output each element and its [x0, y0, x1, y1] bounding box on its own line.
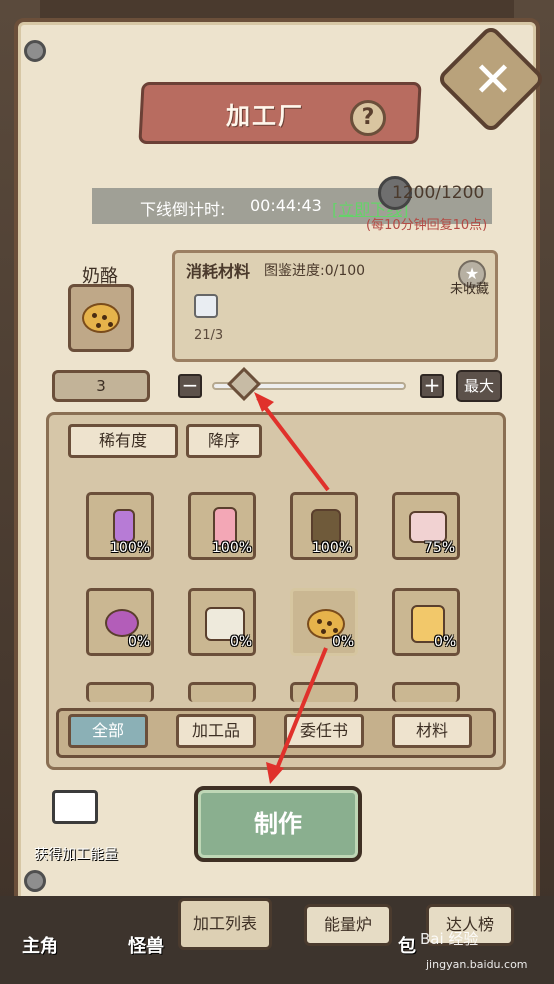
recipe-progress: 0%: [332, 634, 355, 650]
increase-button[interactable]: +: [420, 374, 444, 398]
recipe-cell-partial: [188, 682, 256, 702]
max-button[interactable]: 最大: [456, 370, 502, 402]
collection-progress: 图鉴进度:0/100: [264, 263, 366, 279]
recover-note: (每10分钟回复10点): [366, 218, 488, 233]
nav-energy-furnace[interactable]: 能量炉: [304, 904, 392, 946]
help-button[interactable]: ?: [350, 100, 386, 136]
tab-materials[interactable]: 材料: [392, 714, 472, 748]
watermark-url: jingyan.baidu.com: [426, 958, 528, 971]
recipe-progress: 0%: [128, 634, 151, 650]
nav-monster[interactable]: 怪兽: [128, 932, 164, 958]
sort-rarity-button[interactable]: 稀有度: [68, 424, 178, 458]
quantity-field[interactable]: 3: [52, 370, 150, 402]
page-title: 加工厂: [226, 102, 304, 130]
recipe-progress: 0%: [434, 634, 457, 650]
video-label[interactable]: 获得加工能量: [34, 844, 118, 864]
watermark: Bai 经验: [420, 930, 479, 948]
pouch-icon: [105, 609, 139, 637]
countdown-time: 00:44:43: [250, 196, 322, 215]
nav-processing-list[interactable]: 加工列表: [178, 898, 272, 950]
milk-bottle-icon: [194, 294, 218, 318]
material-count: 21/3: [194, 328, 224, 343]
tab-all[interactable]: 全部: [68, 714, 148, 748]
nav-bag[interactable]: 包: [398, 932, 416, 958]
perfume-icon: [113, 509, 135, 543]
selected-item-slot: [68, 284, 134, 352]
pin-icon: [24, 870, 46, 892]
sort-order-button[interactable]: 降序: [186, 424, 262, 458]
nav-protagonist[interactable]: 主角: [22, 932, 58, 958]
recipe-cell-partial: [392, 682, 460, 702]
jam-icon: [409, 511, 447, 543]
pin-icon: [24, 40, 46, 62]
recipe-progress: 0%: [230, 634, 253, 650]
recipe-cell-partial: [86, 682, 154, 702]
energy-value: 1200/1200: [392, 183, 485, 203]
cheese-cookie-icon: [82, 303, 120, 333]
tab-commission[interactable]: 委任书: [284, 714, 364, 748]
recipe-progress: 100%: [212, 540, 253, 556]
recipe-progress: 100%: [110, 540, 151, 556]
materials-title: 消耗材料: [186, 262, 251, 281]
tab-processed[interactable]: 加工品: [176, 714, 256, 748]
close-icon[interactable]: ✕: [466, 50, 520, 110]
recipe-progress: 100%: [312, 540, 353, 556]
recipe-progress: 75%: [424, 540, 456, 556]
favorite-label: 未收藏: [450, 282, 490, 297]
countdown-label: 下线倒计时:: [140, 200, 226, 219]
video-clapper-icon[interactable]: [52, 790, 98, 824]
recipe-cell-partial: [290, 682, 358, 702]
decrease-button[interactable]: −: [178, 374, 202, 398]
make-button[interactable]: 制作: [194, 786, 362, 862]
